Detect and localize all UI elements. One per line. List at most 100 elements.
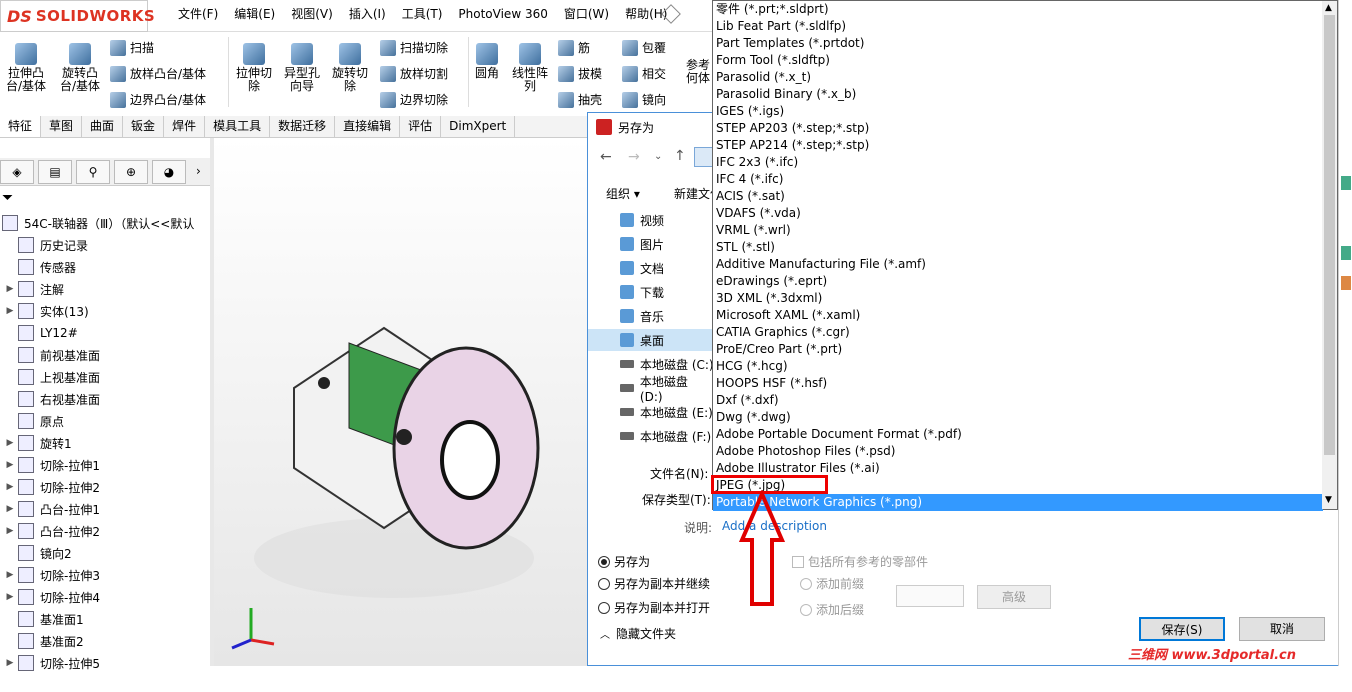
- tree-item[interactable]: 基准面1: [2, 608, 84, 630]
- file-type-option[interactable]: Adobe Photoshop Files (*.psd): [716, 443, 895, 460]
- graphics-viewport[interactable]: [214, 138, 614, 666]
- configuration-manager-icon[interactable]: ⚲: [76, 160, 110, 184]
- file-type-option[interactable]: Additive Manufacturing File (*.amf): [716, 256, 926, 273]
- cancel-button[interactable]: 取消: [1239, 617, 1325, 641]
- scroll-down-icon[interactable]: ▼: [1325, 495, 1332, 505]
- menu-file[interactable]: 文件(F): [170, 6, 226, 22]
- dropdown-scrollbar[interactable]: ▲ ▼: [1322, 1, 1337, 509]
- wrap-button[interactable]: 包覆: [622, 39, 666, 56]
- linear-pattern-button[interactable]: 线性阵 列: [508, 43, 552, 93]
- filter-icon[interactable]: ⏷: [2, 190, 13, 206]
- address-bar[interactable]: [694, 147, 714, 167]
- menu-window[interactable]: 窗口(W): [556, 6, 617, 22]
- solidworks-logo[interactable]: DS SOLIDWORKS: [0, 0, 155, 32]
- file-type-option[interactable]: CATIA Graphics (*.cgr): [716, 324, 850, 341]
- file-type-option[interactable]: VRML (*.wrl): [716, 222, 791, 239]
- sweep-button[interactable]: 扫描: [110, 39, 154, 56]
- nav-item[interactable]: 文档: [588, 257, 714, 279]
- tree-item[interactable]: ▶ 切除-拉伸3: [2, 564, 100, 586]
- boundary-boss-button[interactable]: 边界凸台/基体: [110, 91, 206, 108]
- tab-surfaces[interactable]: 曲面: [82, 116, 124, 137]
- file-type-option[interactable]: IFC 2x3 (*.ifc): [716, 154, 798, 171]
- nav-item[interactable]: 本地磁盘 (D:): [588, 375, 714, 404]
- nav-item[interactable]: 音乐: [588, 305, 714, 327]
- up-folder-icon[interactable]: ↑: [674, 148, 686, 164]
- tree-item[interactable]: ▶ 凸台-拉伸1: [2, 498, 100, 520]
- tab-direct-editing[interactable]: 直接编辑: [335, 116, 401, 137]
- expand-icon[interactable]: ▶: [2, 570, 18, 580]
- tree-item[interactable]: 前视基准面: [2, 344, 100, 366]
- loft-boss-button[interactable]: 放样凸台/基体: [110, 65, 206, 82]
- menu-view[interactable]: 视图(V): [283, 6, 341, 22]
- property-manager-icon[interactable]: ▤: [38, 160, 72, 184]
- menu-tools[interactable]: 工具(T): [394, 6, 451, 22]
- task-pane-icon[interactable]: [1341, 246, 1351, 260]
- file-type-option[interactable]: IGES (*.igs): [716, 103, 784, 120]
- tab-weldments[interactable]: 焊件: [164, 116, 206, 137]
- menu-edit[interactable]: 编辑(E): [226, 6, 283, 22]
- tree-item[interactable]: ▶ 切除-拉伸2: [2, 476, 100, 498]
- file-type-option[interactable]: ProE/Creo Part (*.prt): [716, 341, 842, 358]
- tree-item[interactable]: 历史记录: [2, 234, 88, 256]
- file-type-option[interactable]: STEP AP214 (*.step;*.stp): [716, 137, 869, 154]
- file-type-option[interactable]: eDrawings (*.eprt): [716, 273, 827, 290]
- tab-mold-tools[interactable]: 模具工具: [205, 116, 271, 137]
- revolve-boss-button[interactable]: 旋转凸 台/基体: [56, 43, 104, 93]
- scroll-thumb[interactable]: [1324, 15, 1335, 455]
- tab-evaluate[interactable]: 评估: [400, 116, 442, 137]
- add-suffix-radio[interactable]: 添加后缀: [800, 601, 864, 618]
- tree-item[interactable]: ▶ 切除-拉伸1: [2, 454, 100, 476]
- draft-button[interactable]: 拔模: [558, 65, 602, 82]
- tree-item[interactable]: ▶ 切除-拉伸5: [2, 652, 100, 674]
- include-refs-checkbox[interactable]: 包括所有参考的零部件: [792, 553, 928, 570]
- tab-features[interactable]: 特征: [0, 116, 42, 137]
- tree-item[interactable]: ▶ 注解: [2, 278, 64, 300]
- menu-photoview[interactable]: PhotoView 360: [450, 6, 555, 22]
- rib-button[interactable]: 筋: [558, 39, 590, 56]
- file-type-option[interactable]: Portable Network Graphics (*.png): [713, 494, 1323, 511]
- expand-icon[interactable]: ▶: [2, 438, 18, 448]
- tree-item[interactable]: 右视基准面: [2, 388, 100, 410]
- nav-item[interactable]: 本地磁盘 (E:): [588, 401, 714, 423]
- file-type-option[interactable]: STEP AP203 (*.step;*.stp): [716, 120, 869, 137]
- hole-wizard-button[interactable]: 异型孔 向导: [280, 43, 324, 93]
- expand-icon[interactable]: ▶: [2, 306, 18, 316]
- file-type-option[interactable]: HCG (*.hcg): [716, 358, 788, 375]
- prefix-suffix-input[interactable]: [896, 585, 964, 607]
- lofted-cut-button[interactable]: 放样切割: [380, 65, 448, 82]
- file-type-option[interactable]: Microsoft XAML (*.xaml): [716, 307, 860, 324]
- scroll-up-icon[interactable]: ▲: [1325, 3, 1332, 13]
- swept-cut-button[interactable]: 扫描切除: [380, 39, 448, 56]
- boundary-cut-button[interactable]: 边界切除: [380, 91, 448, 108]
- intersect-button[interactable]: 相交: [622, 65, 666, 82]
- expand-icon[interactable]: ▶: [2, 504, 18, 514]
- advanced-button[interactable]: 高级: [977, 585, 1051, 609]
- file-type-option[interactable]: 零件 (*.prt;*.sldprt): [716, 1, 829, 18]
- expand-icon[interactable]: ▶: [2, 526, 18, 536]
- nav-item[interactable]: 图片: [588, 233, 714, 255]
- expand-icon[interactable]: ▶: [2, 460, 18, 470]
- tree-root[interactable]: 54C-联轴器（Ⅲ）（默认<<默认: [0, 212, 194, 234]
- recent-locations-icon[interactable]: ⌄: [654, 151, 662, 162]
- mirror-button[interactable]: 镜向: [622, 91, 666, 108]
- expand-icon[interactable]: ▶: [2, 482, 18, 492]
- expand-icon[interactable]: ▶: [2, 658, 18, 668]
- file-type-option[interactable]: Parasolid (*.x_t): [716, 69, 811, 86]
- forward-icon[interactable]: →: [628, 149, 640, 165]
- file-type-option[interactable]: ACIS (*.sat): [716, 188, 785, 205]
- tree-item[interactable]: 传感器: [2, 256, 76, 278]
- tree-item[interactable]: ▶ 实体(13): [2, 300, 89, 322]
- tree-item[interactable]: 原点: [2, 410, 64, 432]
- file-type-option[interactable]: Dwg (*.dwg): [716, 409, 791, 426]
- extrude-boss-button[interactable]: 拉伸凸 台/基体: [4, 43, 48, 93]
- nav-item[interactable]: 下载: [588, 281, 714, 303]
- revolve-cut-button[interactable]: 旋转切 除: [328, 43, 372, 93]
- file-type-option[interactable]: STL (*.stl): [716, 239, 775, 256]
- extrude-cut-button[interactable]: 拉伸切 除: [232, 43, 276, 93]
- shell-button[interactable]: 抽壳: [558, 91, 602, 108]
- fillet-button[interactable]: 圆角: [472, 43, 502, 80]
- hide-folders-toggle[interactable]: ︿ 隐藏文件夹: [600, 625, 676, 642]
- add-prefix-radio[interactable]: 添加前缀: [800, 575, 864, 592]
- save-as-radio[interactable]: 另存为: [598, 553, 650, 570]
- menu-insert[interactable]: 插入(I): [341, 6, 394, 22]
